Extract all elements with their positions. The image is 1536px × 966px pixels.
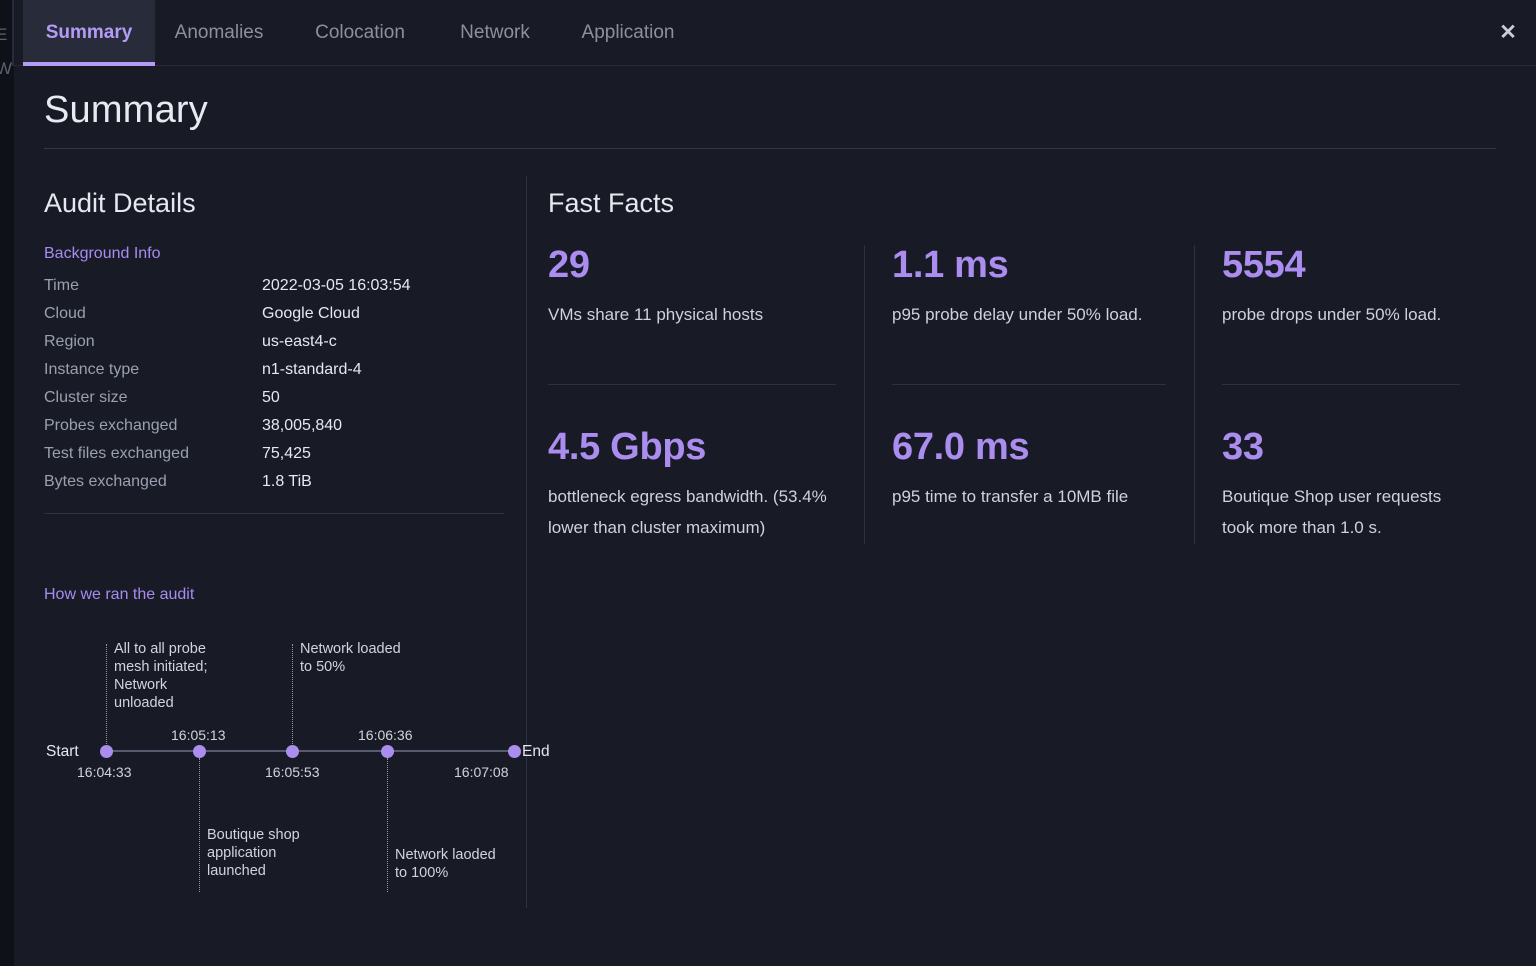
row-value: n1-standard-4 <box>262 361 362 378</box>
row-key: Instance type <box>44 361 140 378</box>
fact-description: p95 probe delay under 50% load. <box>892 304 1143 324</box>
title-divider <box>44 148 1496 149</box>
fact-card: 67.0 ms p95 time to transfer a 10MB file <box>864 426 1194 544</box>
timeline-start-cap: Start <box>46 743 79 760</box>
tab-anomalies[interactable]: Anomalies <box>160 0 278 66</box>
row-key: Probes exchanged <box>44 417 178 434</box>
fact-card: 1.1 ms p95 probe delay under 50% load. <box>864 244 1194 427</box>
row-value: 38,005,840 <box>262 417 343 434</box>
table-row: Bytes exchanged 1.8 TiB <box>44 473 504 501</box>
timeline-time-2: 16:05:13 <box>171 727 226 743</box>
row-value: Google Cloud <box>262 305 360 322</box>
timeline-note-2: Boutique shop application launched <box>207 827 300 879</box>
table-row: Instance type n1-standard-4 <box>44 361 504 389</box>
tab-application[interactable]: Application <box>562 0 694 66</box>
row-key: Test files exchanged <box>44 445 189 462</box>
fast-facts-grid: 29 VMs share 11 physical hosts 1.1 ms p9… <box>548 244 1488 544</box>
fact-description: p95 time to transfer a 10MB file <box>892 486 1129 506</box>
fact-description: probe drops under 50% load. <box>1222 304 1442 324</box>
tab-network[interactable]: Network <box>442 0 548 66</box>
audit-details-section: Audit Details Background Info Time 2022-… <box>44 188 514 514</box>
timeline-axis <box>106 750 514 752</box>
fact-card: 4.5 Gbps bottleneck egress bandwidth. (5… <box>548 426 864 544</box>
timeline-dot-4[interactable] <box>381 745 394 758</box>
table-row: Probes exchanged 38,005,840 <box>44 417 504 445</box>
audit-timeline-section: How we ran the audit Start End All to al… <box>44 586 550 896</box>
tab-network-label: Network <box>460 22 530 43</box>
row-key: Region <box>44 333 95 350</box>
timeline-connector-2 <box>199 758 200 892</box>
fact-value: 5554 <box>1222 244 1306 286</box>
fact-card: 5554 probe drops under 50% load. <box>1194 244 1488 427</box>
timeline-connector-3 <box>292 644 293 748</box>
background-info-table: Time 2022-03-05 16:03:54 Cloud Google Cl… <box>44 277 504 501</box>
row-key: Cluster size <box>44 389 128 406</box>
row-value: 50 <box>262 389 280 406</box>
page-title: Summary <box>44 89 208 131</box>
fact-value: 29 <box>548 244 590 286</box>
row-value: us-east4-c <box>262 333 337 350</box>
timeline-dot-5[interactable] <box>508 745 521 758</box>
fast-facts-heading: Fast Facts <box>548 188 675 218</box>
fast-facts-section: Fast Facts 29 VMs share 11 physical host… <box>548 188 1488 544</box>
timeline-note-4: Network laoded to 100% <box>395 847 496 881</box>
table-row: Time 2022-03-05 16:03:54 <box>44 277 504 305</box>
tab-bar: Summary Anomalies Colocation Network App… <box>14 0 1536 66</box>
fact-description: VMs share 11 physical hosts <box>548 304 764 324</box>
row-value: 1.8 TiB <box>262 473 312 490</box>
table-row: Cloud Google Cloud <box>44 305 504 333</box>
fact-description: bottleneck egress bandwidth. (53.4% lowe… <box>548 486 827 538</box>
tab-summary[interactable]: Summary <box>23 0 155 66</box>
close-icon[interactable]: ✕ <box>1490 14 1526 50</box>
fact-description: Boutique Shop user requests took more th… <box>1222 486 1442 538</box>
row-key: Time <box>44 277 79 294</box>
fact-card: 33 Boutique Shop user requests took more… <box>1194 426 1488 544</box>
audit-details-divider <box>44 513 504 514</box>
row-value: 75,425 <box>262 445 311 462</box>
row-value: 2022-03-05 16:03:54 <box>262 277 411 294</box>
fact-value: 1.1 ms <box>892 244 1009 286</box>
timeline-connector-4 <box>387 758 388 892</box>
row-key: Cloud <box>44 305 86 322</box>
background-info-link[interactable]: Background Info <box>44 245 161 263</box>
table-row: Region us-east4-c <box>44 333 504 361</box>
tab-anomalies-label: Anomalies <box>174 22 264 43</box>
timeline-canvas: Start End All to all probe mesh initiate… <box>44 622 550 894</box>
timeline-end-cap: End <box>522 743 550 760</box>
fact-card: 29 VMs share 11 physical hosts <box>548 244 864 427</box>
summary-modal: Summary Anomalies Colocation Network App… <box>14 0 1536 966</box>
tab-application-label: Application <box>581 22 675 43</box>
table-row: Cluster size 50 <box>44 389 504 417</box>
tab-colocation[interactable]: Colocation <box>298 0 422 66</box>
background-glyphs: E W <box>0 25 13 78</box>
timeline-time-1: 16:04:33 <box>77 764 132 780</box>
timeline-note-3: Network loaded to 50% <box>300 641 401 675</box>
timeline-dot-2[interactable] <box>193 745 206 758</box>
fact-value: 4.5 Gbps <box>548 426 707 468</box>
fact-value: 67.0 ms <box>892 426 1030 468</box>
timeline-connector-1 <box>106 644 107 748</box>
timeline-time-4: 16:06:36 <box>358 727 413 743</box>
audit-details-heading: Audit Details <box>44 188 196 218</box>
fact-value: 33 <box>1222 426 1264 468</box>
row-key: Bytes exchanged <box>44 473 167 490</box>
timeline-heading[interactable]: How we ran the audit <box>44 586 194 604</box>
timeline-note-1: All to all probe mesh initiated; Network… <box>114 641 208 711</box>
timeline-time-5: 16:07:08 <box>454 764 509 780</box>
tab-summary-label: Summary <box>45 22 133 43</box>
timeline-time-3: 16:05:53 <box>265 764 320 780</box>
table-row: Test files exchanged 75,425 <box>44 445 504 473</box>
tab-colocation-label: Colocation <box>315 22 405 43</box>
